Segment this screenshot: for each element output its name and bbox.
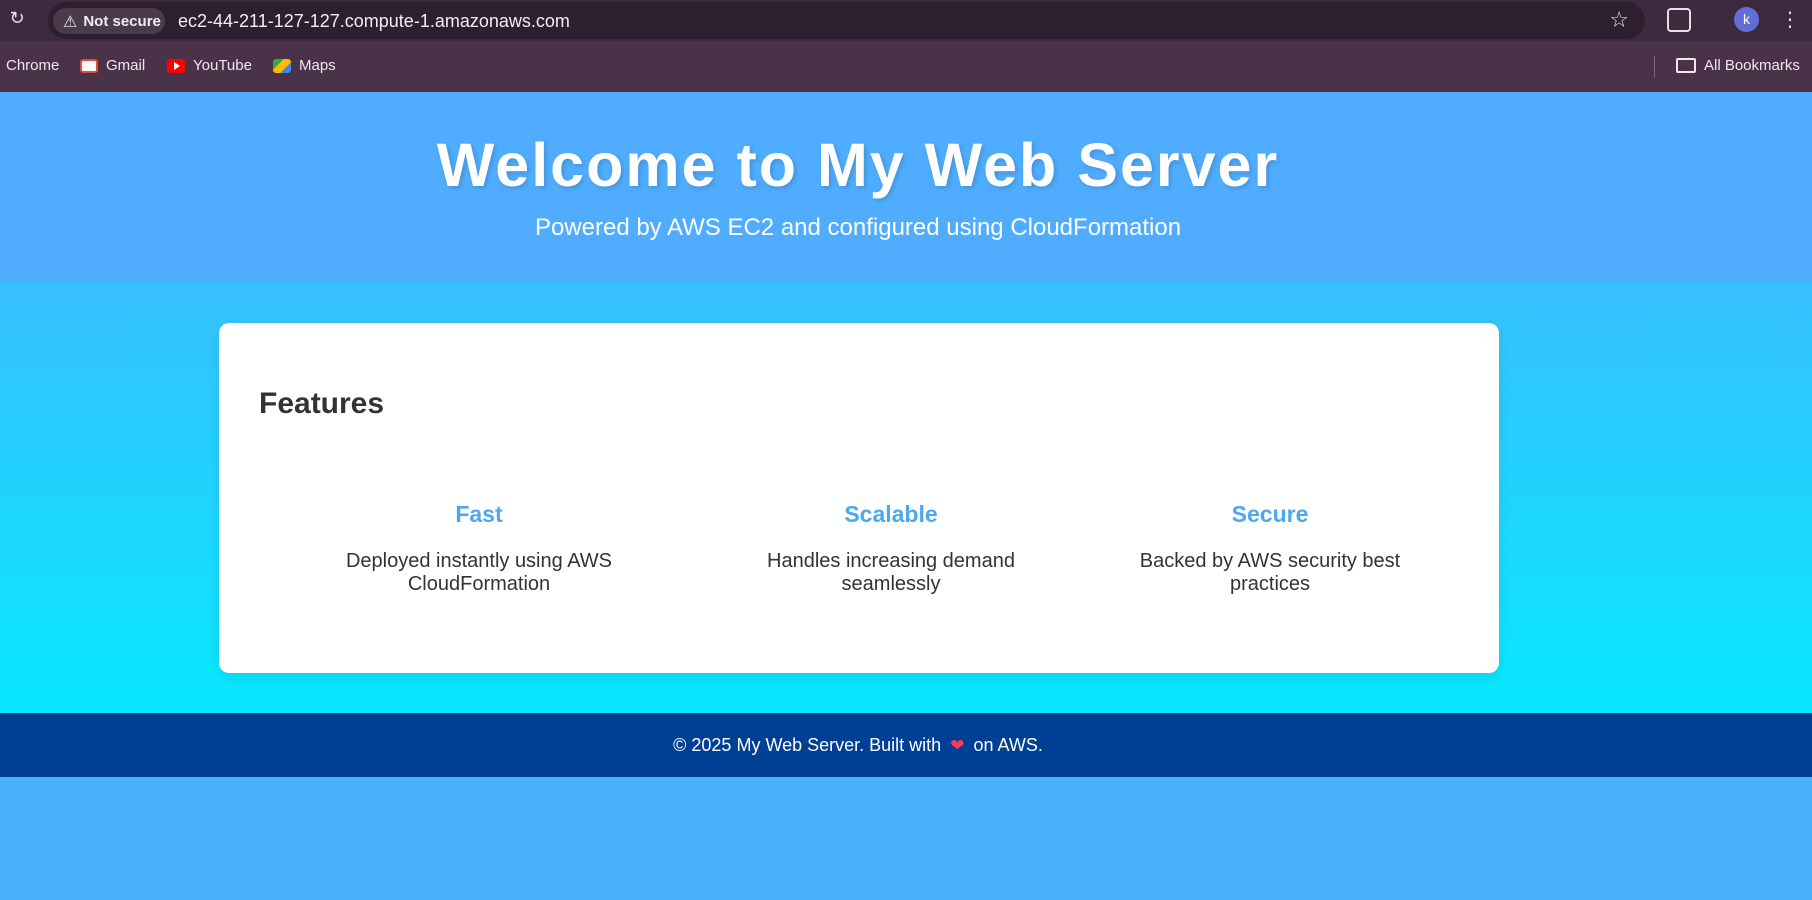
feature-title: Fast bbox=[455, 501, 503, 527]
feature-fast: Fast Deployed instantly using AWS CloudF… bbox=[329, 501, 629, 596]
hero-header: Welcome to My Web Server Powered by AWS … bbox=[0, 92, 1812, 281]
reload-icon[interactable]: ↻ bbox=[6, 8, 28, 30]
bookmark-star-icon[interactable]: ☆ bbox=[1609, 8, 1629, 33]
folder-icon bbox=[1676, 58, 1696, 73]
feature-title: Secure bbox=[1231, 501, 1309, 527]
all-bookmarks-label: All Bookmarks bbox=[1704, 57, 1800, 74]
feature-description: Handles increasing demand seamlessly bbox=[767, 550, 1015, 595]
feature-secure: Secure Backed by AWS security best pract… bbox=[1120, 501, 1420, 596]
bookmark-label: YouTube bbox=[193, 57, 252, 74]
security-chip[interactable]: ⚠ Not secure bbox=[53, 8, 165, 34]
address-bar[interactable]: ⚠ Not secure ec2-44-211-127-127.compute-… bbox=[48, 2, 1645, 39]
browser-toolbar: ↻ ⚠ Not secure ec2-44-211-127-127.comput… bbox=[0, 0, 1812, 41]
youtube-icon bbox=[167, 58, 185, 73]
bookmark-label: Gmail bbox=[106, 57, 146, 74]
feature-title: Scalable bbox=[844, 501, 938, 527]
maps-icon bbox=[273, 58, 291, 73]
feature-description: Backed by AWS security best practices bbox=[1139, 550, 1401, 595]
footer-text: © 2025 My Web Server. Built with ❤ on AW… bbox=[0, 735, 1716, 756]
page-footer: © 2025 My Web Server. Built with ❤ on AW… bbox=[0, 713, 1812, 777]
features-card: Features Fast Deployed instantly using A… bbox=[219, 323, 1499, 673]
bookmark-label: Maps bbox=[299, 57, 336, 74]
bookmark-gmail[interactable]: Gmail bbox=[80, 57, 145, 74]
all-bookmarks-button[interactable]: All Bookmarks bbox=[1676, 57, 1800, 74]
warning-icon: ⚠ bbox=[63, 11, 78, 31]
menu-kebab-icon[interactable]: ⋮ bbox=[1780, 6, 1800, 32]
page-title: Welcome to My Web Server bbox=[436, 131, 1280, 199]
security-label: Not secure bbox=[83, 12, 161, 30]
footer-copyright: © 2025 My Web Server. Built with bbox=[673, 735, 942, 755]
bookmark-maps[interactable]: Maps bbox=[273, 57, 336, 74]
footer-suffix: on AWS. bbox=[973, 735, 1043, 755]
main-section: Features Fast Deployed instantly using A… bbox=[0, 281, 1812, 713]
extensions-icon[interactable] bbox=[1667, 8, 1691, 32]
url-text[interactable]: ec2-44-211-127-127.compute-1.amazonaws.c… bbox=[178, 11, 570, 32]
bookmarks-divider bbox=[1654, 56, 1655, 78]
feature-scalable: Scalable Handles increasing demand seaml… bbox=[741, 501, 1041, 596]
profile-avatar[interactable]: k bbox=[1734, 7, 1759, 32]
bookmarks-bar bbox=[0, 41, 1812, 92]
gmail-icon bbox=[80, 58, 98, 73]
bookmark-chrome[interactable]: Chrome bbox=[6, 57, 59, 74]
heart-icon: ❤ bbox=[950, 736, 965, 756]
features-heading: Features bbox=[259, 387, 385, 420]
bookmark-youtube[interactable]: YouTube bbox=[167, 57, 252, 74]
feature-description: Deployed instantly using AWS CloudFormat… bbox=[345, 550, 613, 595]
page-subtitle: Powered by AWS EC2 and configured using … bbox=[534, 214, 1182, 241]
bookmark-label: Chrome bbox=[6, 57, 60, 74]
